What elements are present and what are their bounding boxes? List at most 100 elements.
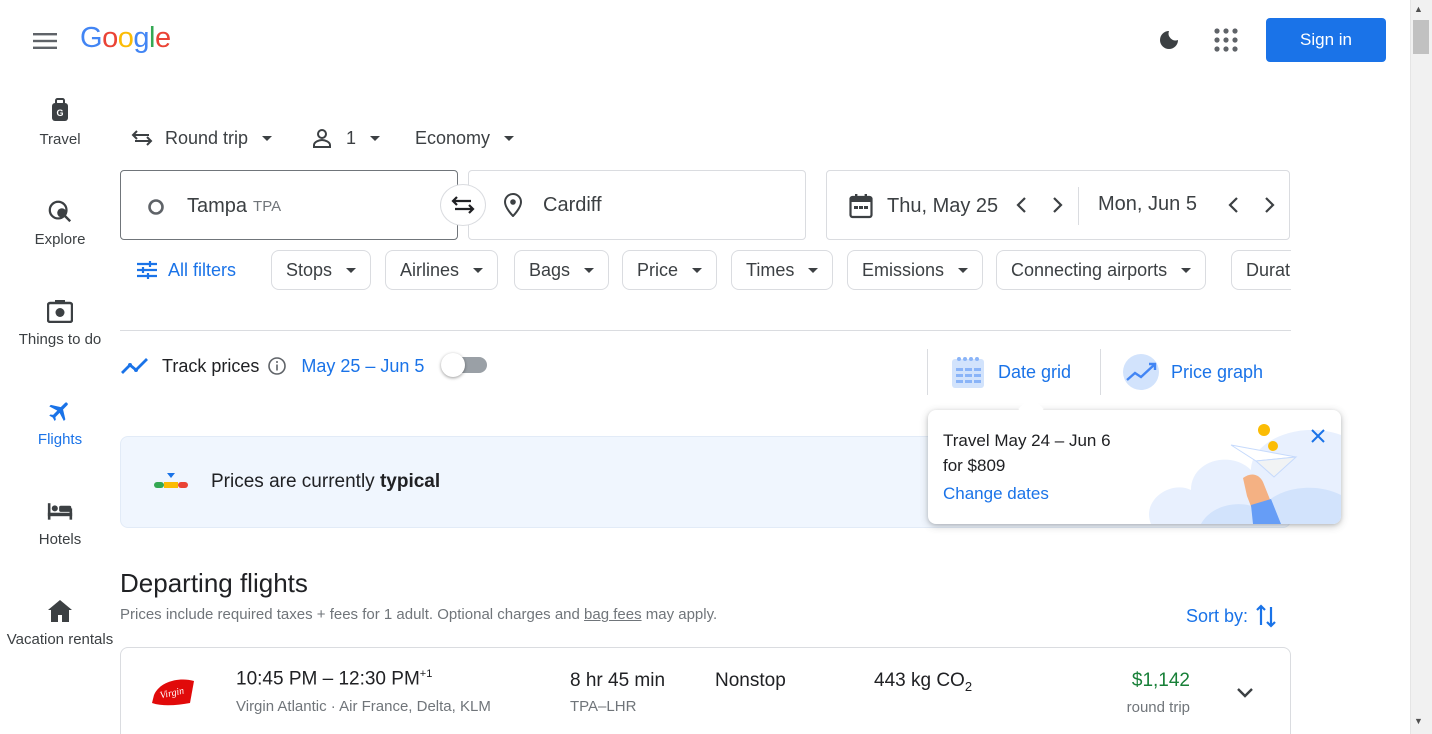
day-offset: +1 (419, 668, 433, 680)
trip-type-select[interactable]: Round trip (131, 124, 273, 152)
chevron-right-icon (1265, 197, 1275, 213)
svg-text:G: G (56, 108, 63, 118)
depart-next-day-button[interactable] (1047, 193, 1067, 222)
depart-date-field[interactable]: Thu, May 25 (849, 193, 998, 219)
sign-in-button[interactable]: Sign in (1266, 18, 1386, 62)
return-date: Mon, Jun 5 (1098, 193, 1197, 215)
passengers-select[interactable]: 1 (312, 124, 381, 152)
explore-globe-icon (47, 198, 73, 224)
track-date-range: May 25 – Jun 5 (301, 355, 425, 376)
sort-by-label: Sort by: (1186, 605, 1249, 626)
scroll-down-arrow-icon[interactable]: ▼ (1414, 716, 1423, 726)
flight-times: 10:45 PM – 12:30 PM+1 (236, 668, 432, 690)
expand-flight-button[interactable] (1232, 680, 1258, 706)
flight-airlines: Virgin Atlantic · Air France, Delta, KLM (236, 698, 491, 715)
origin-city: Tampa (187, 195, 248, 217)
origin-circle-icon (148, 198, 164, 215)
nav-item-travel[interactable]: G Travel (0, 98, 120, 178)
dark-theme-button[interactable] (1155, 26, 1183, 54)
chevron-right-icon (1053, 197, 1063, 213)
price-graph-label: Price graph (1171, 361, 1264, 382)
chevron-down-icon (584, 267, 595, 273)
flight-duration: 8 hr 45 min (570, 670, 666, 691)
filter-chip-bags[interactable]: Bags (514, 250, 610, 290)
chip-label: Durat (1246, 259, 1291, 280)
chip-label: Times (746, 259, 795, 280)
disclaimer-text: Prices include required taxes + fees for… (120, 606, 585, 623)
camera-icon (47, 298, 73, 324)
nav-label: Things to do (18, 331, 102, 348)
virgin-atlantic-logo-icon: Virgin (150, 675, 196, 714)
google-logo[interactable]: Google (80, 22, 171, 55)
nav-item-explore[interactable]: Explore (0, 198, 120, 278)
trip-type-label: Round trip (165, 127, 249, 148)
price-graph-button[interactable]: Price graph (1122, 352, 1263, 392)
chevron-down-icon (808, 267, 819, 273)
close-popup-button[interactable] (1308, 426, 1328, 446)
scroll-up-arrow-icon[interactable]: ▲ (1414, 4, 1423, 14)
main-menu-button[interactable] (28, 26, 62, 56)
swap-locations-button[interactable] (440, 184, 486, 226)
tools-divider (927, 349, 928, 395)
chevron-left-icon (1228, 197, 1238, 213)
price-insight-text: Prices are currently typical (211, 471, 440, 493)
filter-chip-price[interactable]: Price (622, 250, 718, 290)
change-dates-link[interactable]: Change dates (943, 484, 1049, 504)
cabin-class-select[interactable]: Economy (415, 124, 515, 152)
nav-label: Hotels (38, 531, 82, 548)
nav-item-hotels[interactable]: Hotels (0, 498, 120, 578)
chevron-down-icon (504, 135, 515, 141)
location-pin-icon (503, 193, 523, 217)
chevron-down-icon (1181, 267, 1192, 273)
track-prices-toggle[interactable] (441, 353, 487, 377)
calendar-icon (849, 194, 873, 219)
filter-chip-duration[interactable]: Durat (1231, 250, 1291, 290)
date-grid-icon (952, 357, 984, 388)
filter-chip-times[interactable]: Times (731, 250, 834, 290)
return-prev-day-button[interactable] (1224, 193, 1244, 222)
filter-chips-row: Stops Airlines Bags Price Times Emission… (120, 240, 1291, 300)
bag-fees-link[interactable]: bag fees (584, 606, 642, 623)
filter-chip-emissions[interactable]: Emissions (847, 250, 984, 290)
return-date-field[interactable]: Mon, Jun 5 (1098, 193, 1197, 216)
filter-chip-airlines[interactable]: Airlines (385, 250, 499, 290)
date-grid-button[interactable]: Date grid (950, 352, 1071, 392)
nav-label: Explore (34, 231, 86, 248)
page-scrollbar[interactable] (1410, 0, 1432, 734)
insight-status: typical (379, 471, 441, 492)
chevron-down-icon (346, 267, 357, 273)
price-disclaimer: Prices include required taxes + fees for… (120, 606, 717, 623)
disclaimer-text: may apply. (641, 606, 718, 623)
track-prices-label: Track prices (162, 355, 260, 376)
cabin-class-label: Economy (415, 127, 491, 148)
date-range-picker[interactable]: Thu, May 25 Mon, Jun 5 (826, 170, 1290, 240)
scrollbar-thumb[interactable] (1413, 20, 1429, 54)
info-icon[interactable] (267, 356, 287, 376)
nav-item-things-to-do[interactable]: Things to do (0, 298, 120, 378)
track-prices-row: Track prices May 25 – Jun 5 (120, 352, 424, 380)
trending-icon (121, 358, 148, 374)
bed-icon (47, 498, 73, 524)
date-divider (1078, 187, 1079, 225)
sort-by-button[interactable]: Sort by: (1186, 603, 1278, 629)
price-level-indicator-icon (154, 473, 188, 488)
google-apps-button[interactable] (1212, 26, 1240, 54)
nav-item-flights[interactable]: Flights (0, 398, 120, 478)
chevron-left-icon (1016, 197, 1026, 213)
filter-chip-stops[interactable]: Stops (271, 250, 372, 290)
toggle-knob (441, 353, 465, 377)
nav-item-vacation-rentals[interactable]: Vacation rentals (0, 598, 120, 678)
return-next-day-button[interactable] (1259, 193, 1279, 222)
section-divider (120, 330, 1291, 331)
depart-date: Thu, May 25 (887, 194, 999, 217)
chevron-down-icon (1237, 688, 1253, 698)
origin-input[interactable]: Tampa TPA (120, 170, 458, 240)
chevron-down-icon (473, 267, 484, 273)
departing-flights-heading: Departing flights (120, 568, 308, 598)
tools-divider (1100, 349, 1101, 395)
flight-stops: Nonstop (715, 670, 786, 691)
depart-prev-day-button[interactable] (1012, 193, 1032, 222)
destination-input[interactable]: Cardiff (468, 170, 806, 240)
passengers-count: 1 (346, 127, 357, 148)
filter-chip-connecting-airports[interactable]: Connecting airports (996, 250, 1207, 290)
